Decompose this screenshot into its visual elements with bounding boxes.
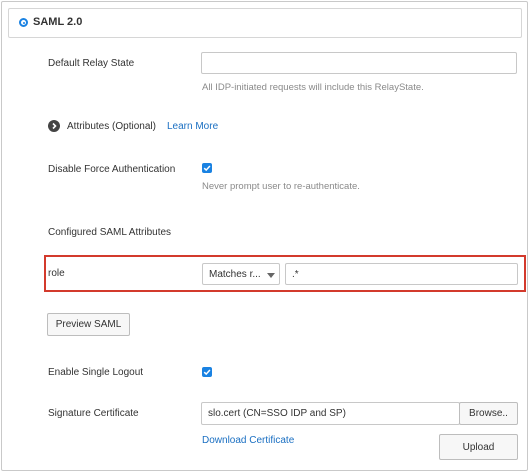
checkmark-icon bbox=[203, 369, 211, 376]
browse-button[interactable]: Browse.. bbox=[459, 402, 518, 425]
force-auth-hint: Never prompt user to re-authenticate. bbox=[202, 181, 360, 192]
single-logout-label: Enable Single Logout bbox=[48, 367, 144, 378]
force-auth-label: Disable Force Authentication bbox=[48, 164, 176, 175]
attribute-value-input[interactable] bbox=[285, 263, 518, 285]
saml-section-header[interactable]: SAML 2.0 bbox=[8, 8, 522, 38]
single-logout-checkbox[interactable] bbox=[202, 367, 212, 377]
attribute-match-select[interactable]: Matches r... bbox=[202, 263, 280, 285]
preview-saml-button[interactable]: Preview SAML bbox=[47, 313, 130, 336]
configured-attributes-label: Configured SAML Attributes bbox=[48, 227, 172, 238]
chevron-down-icon bbox=[267, 273, 275, 278]
relay-state-input[interactable] bbox=[201, 52, 517, 74]
section-title: SAML 2.0 bbox=[33, 16, 83, 28]
download-certificate-link[interactable]: Download Certificate bbox=[202, 435, 294, 446]
upload-button[interactable]: Upload bbox=[439, 434, 518, 460]
learn-more-link[interactable]: Learn More bbox=[167, 121, 218, 132]
attribute-name-role: role bbox=[48, 268, 65, 279]
signature-certificate-label: Signature Certificate bbox=[48, 408, 139, 419]
checkmark-icon bbox=[203, 165, 211, 172]
attributes-optional-label[interactable]: Attributes (Optional) bbox=[67, 121, 156, 132]
signature-certificate-input[interactable] bbox=[201, 402, 460, 425]
saml-settings-panel: SAML 2.0 Default Relay State All IDP-ini… bbox=[1, 1, 528, 471]
chevron-right-icon[interactable] bbox=[48, 120, 60, 132]
radio-selected-icon[interactable] bbox=[19, 18, 28, 27]
relay-state-label: Default Relay State bbox=[48, 58, 135, 69]
attribute-match-value: Matches r... bbox=[209, 269, 261, 280]
force-auth-checkbox[interactable] bbox=[202, 163, 212, 173]
relay-state-hint: All IDP-initiated requests will include … bbox=[202, 82, 424, 93]
